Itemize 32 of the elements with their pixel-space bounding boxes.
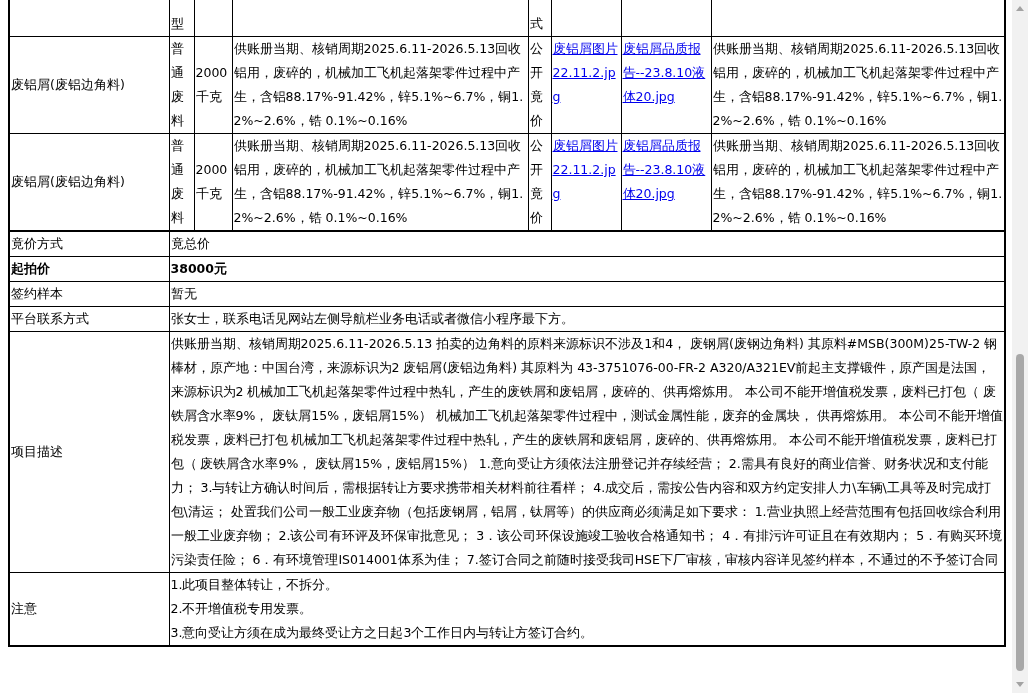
description-text: 供账册当期、核销周期2025.6.11-2026.5.13 拍卖的边角料的原料来源标识不涉及1和4， 废钢屑(废钢边角料) 其原料#MSB(300M)25-TW-2 钢棒材，原产地：中国台湾，来源标识为2 废铝屑(废铝边角料) 其原料为 43-3751076-00-FR-2 A320/A321EV前起主支撑锻件，原产国是法国，来源标识为2 机械加工飞机起落架零件过程中热轧，产生的废铁屑和废铝屑，废碎的、供再熔炼用。 本公司不能开增值税发票，废料已打包（ 废铁屑含水率9%， 废钛屑15%，废铝屑15%） 机械加工飞机起落架零件过程中，测试金属性能，废弃的金属块， 供再熔炼用。 本公司不能开增值税发票，废料已打包 机械加工飞机起落架零件过程中热轧，产生的废铁屑和废铝屑，废碎的、供再熔炼用。 本公司不能开增值税发票，废料已打包（ 废铁屑含水率9%， 废钛屑15%，废铝屑15%） 1.意向受让方须依法注册登记并存续经营； 2.需具有良好的商业信誉、财务状况和支付能力； 3.与转让方确认时间后，需根据转让方要求携带相关材料前往看样； 4.成交后，需按公告内容和双方约定安排人力\车辆\工具等及时完成打包\清运； 处置我们公司一般工业废弃物（包括废钢屑，铝屑，钛屑等）的供应商必须满足如下要求： 1.营业执照上经营范围有包括回收综合利用一般工业废弃物； 2.该公司有环评及环保审批意见； 3．该公司环保设施竣工验收合格通知书； 4．有排污许可证且在有效期内； 5．有购买环境污染责任险； 6．有环境管理IS014001体系为佳； 7.签订合同之前随时接受我司HSE下厂审核，审核内容详见签约样本，不通过的不予签订合同 — [170, 335, 1003, 569]
scroll-down-icon[interactable] — [1015, 681, 1025, 689]
field-label: 竟价方式 — [11, 236, 63, 251]
field-label: 项目描述 — [11, 444, 63, 459]
field-value: 张女士，联系电话见网站左侧导航栏业务电话或者微信小程序最下方。 — [170, 311, 574, 326]
scroll-up-icon[interactable] — [1015, 4, 1025, 12]
table-cell: 废铝屑(废铝边角料) — [11, 174, 125, 189]
table-cell: 供账册当期、核销周期2025.6.11-2026.5.13回收铝用，废碎的，机械加工飞机起落架零件过程中产生，含铝88.17%-91.42%，锌5.1%~6.7%，铜1.2%~2.6%，锆 0.1%~0.16% — [233, 41, 524, 128]
field-value: 暂无 — [170, 286, 197, 301]
table-cell: 2000千克 — [195, 162, 228, 201]
column-header: 式 — [529, 15, 543, 33]
field-label: 平台联系方式 — [11, 311, 89, 326]
table-cell: 普通废料 — [170, 41, 184, 128]
note-text: 3.意向受让方须在成为最终受让方之日起3个工作日内与转让方签订合约。 — [170, 624, 595, 642]
column-header: 型 — [170, 15, 184, 33]
scrollbar[interactable] — [1012, 0, 1028, 693]
table-cell: 废铝屑(废铝边角料) — [11, 77, 125, 92]
table-cell: 公开竟价 — [529, 41, 543, 128]
note-text: 2.不开增值税专用发票。 — [170, 600, 314, 618]
field-label: 签约样本 — [11, 286, 63, 301]
field-label: 注意 — [11, 601, 37, 616]
table-cell: 普通废料 — [170, 138, 184, 225]
scroll-thumb[interactable] — [1016, 354, 1024, 672]
note-text: 1.此项目整体转让，不拆分。 — [170, 576, 340, 594]
field-label: 起拍价 — [11, 261, 50, 276]
table-cell: 2000千克 — [195, 65, 228, 104]
table-cell: 供账册当期、核销周期2025.6.11-2026.5.13回收铝用，废碎的，机械加工飞机起落架零件过程中产生，含铝88.17%-91.42%，锌5.1%~6.7%，铜1.2%~2.6%，锆 0.1%~0.16% — [712, 138, 1003, 225]
table-cell: 供账册当期、核销周期2025.6.11-2026.5.13回收铝用，废碎的，机械加工飞机起落架零件过程中产生，含铝88.17%-91.42%，锌5.1%~6.7%，铜1.2%~2.6%，锆 0.1%~0.16% — [233, 138, 524, 225]
table-cell: 公开竟价 — [529, 138, 543, 225]
table-cell: 供账册当期、核销周期2025.6.11-2026.5.13回收铝用，废碎的，机械加工飞机起落架零件过程中产生，含铝88.17%-91.42%，锌5.1%~6.7%，铜1.2%~2.6%，锆 0.1%~0.16% — [712, 41, 1003, 128]
field-value: 竟总价 — [170, 236, 210, 251]
field-value: 38000元 — [170, 261, 227, 276]
